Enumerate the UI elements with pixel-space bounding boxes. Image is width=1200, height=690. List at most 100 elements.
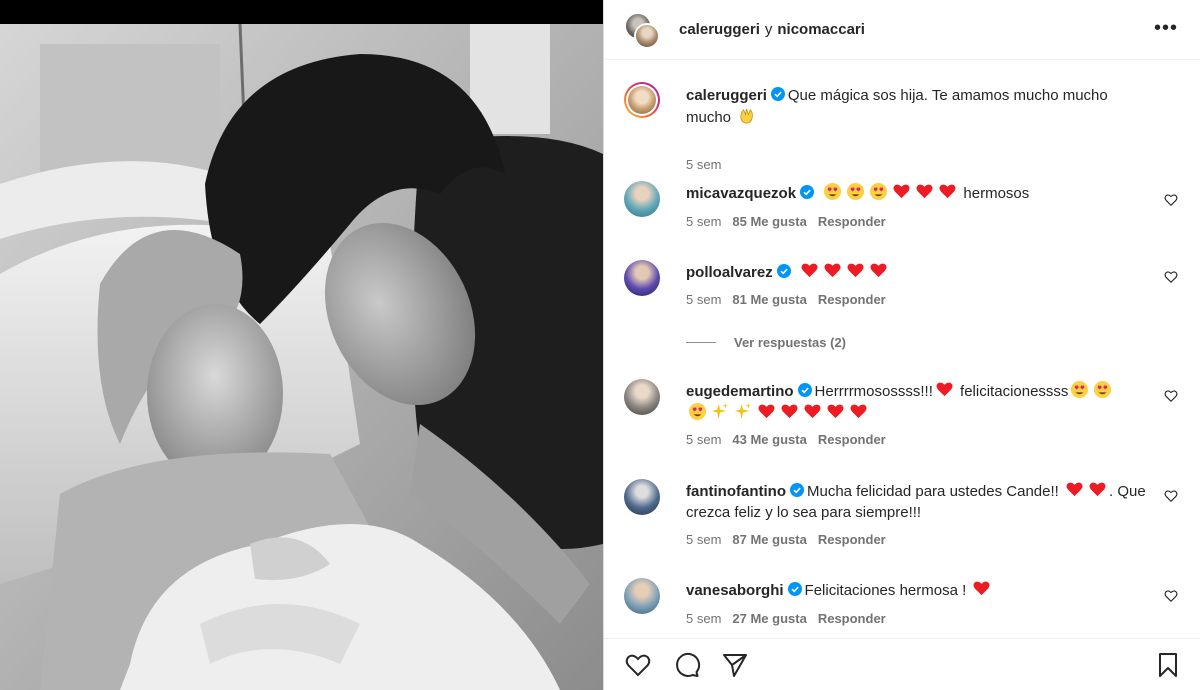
comment-likes[interactable]: 43 Me gusta bbox=[732, 432, 806, 447]
comment-icon[interactable] bbox=[673, 651, 701, 679]
avatar[interactable] bbox=[624, 578, 660, 614]
red-heart-emoji-icon bbox=[973, 581, 991, 596]
reply-button[interactable]: Responder bbox=[818, 611, 886, 626]
red-heart-emoji-icon bbox=[847, 263, 864, 278]
avatar[interactable] bbox=[624, 82, 660, 118]
like-comment-icon[interactable] bbox=[1164, 489, 1178, 503]
heart-eyes-emoji-icon bbox=[1094, 380, 1112, 399]
reply-button[interactable]: Responder bbox=[818, 214, 886, 229]
red-heart-emoji-icon bbox=[1089, 482, 1106, 497]
comment-text-2: felicitacionessss bbox=[960, 383, 1069, 400]
red-heart-emoji-icon bbox=[781, 404, 798, 419]
comment-body: fantinofantino Mucha felicidad para usted… bbox=[686, 480, 1148, 523]
view-replies-button[interactable]: Ver respuestas (2) bbox=[686, 335, 846, 350]
replies-divider bbox=[686, 342, 716, 343]
comment-body: vanesaborghi Felicitaciones hermosa ! bbox=[686, 579, 1148, 601]
post-photo[interactable] bbox=[0, 24, 603, 690]
collab-avatars[interactable] bbox=[624, 11, 660, 49]
post-header: caleruggeri y nicomaccari ••• bbox=[604, 0, 1200, 60]
comment-meta: 5 sem 43 Me gusta Responder bbox=[686, 432, 886, 447]
comment-text: Herrrrmosossss!!! bbox=[814, 383, 933, 400]
sparkles-emoji-icon bbox=[711, 402, 729, 420]
share-icon[interactable] bbox=[721, 651, 749, 679]
red-heart-emoji-icon bbox=[850, 404, 867, 419]
header-username-1[interactable]: caleruggeri bbox=[679, 21, 760, 38]
like-comment-icon[interactable] bbox=[1164, 270, 1178, 284]
avatar[interactable] bbox=[624, 260, 660, 296]
comment-username[interactable]: vanesaborghi bbox=[686, 582, 784, 599]
red-heart-emoji-icon bbox=[1066, 482, 1083, 497]
comment-meta: 5 sem 85 Me gusta Responder bbox=[686, 214, 886, 229]
verified-badge-icon bbox=[797, 383, 812, 397]
instagram-post: caleruggeri y nicomaccari ••• calerugger… bbox=[0, 0, 1200, 690]
view-replies-label: Ver respuestas (2) bbox=[734, 335, 847, 350]
comment-time[interactable]: 5 sem bbox=[686, 532, 721, 547]
comment: polloalvarez 5 sem 81 Me gusta Responder bbox=[624, 260, 1184, 320]
verified-badge-icon bbox=[800, 185, 815, 199]
comment-time[interactable]: 5 sem bbox=[686, 292, 721, 307]
header-usernames: caleruggeri y nicomaccari bbox=[679, 21, 865, 38]
comment-body: eugedemartino Herrrrmosossss!!! felicitac… bbox=[686, 380, 1148, 424]
header-conjunction: y bbox=[764, 21, 773, 38]
comment-username[interactable]: fantinofantino bbox=[686, 483, 786, 500]
like-comment-icon[interactable] bbox=[1164, 193, 1178, 207]
avatar[interactable] bbox=[624, 379, 660, 415]
comment-username[interactable]: polloalvarez bbox=[686, 264, 773, 281]
comment-text: Felicitaciones hermosa ! bbox=[804, 582, 967, 599]
verified-badge-icon bbox=[787, 582, 802, 596]
caption-username[interactable]: caleruggeri bbox=[686, 87, 767, 104]
reply-button[interactable]: Responder bbox=[818, 432, 886, 447]
comment-likes[interactable]: 27 Me gusta bbox=[732, 611, 806, 626]
red-heart-emoji-icon bbox=[824, 263, 841, 278]
bookmark-icon[interactable] bbox=[1154, 651, 1182, 679]
comment-text: Mucha felicidad para ustedes Cande!! bbox=[806, 483, 1059, 500]
avatar[interactable] bbox=[624, 181, 660, 217]
caption-meta: 5 sem bbox=[686, 157, 721, 172]
caption-time[interactable]: 5 sem bbox=[686, 157, 721, 172]
heart-outline-icon[interactable] bbox=[624, 651, 652, 679]
comment-body: polloalvarez bbox=[686, 261, 1148, 283]
reply-button[interactable]: Responder bbox=[818, 532, 886, 547]
comment: micavazquezok hermosos 5 sem 85 Me gusta… bbox=[624, 181, 1184, 241]
comment-likes[interactable]: 85 Me gusta bbox=[732, 214, 806, 229]
comment: fantinofantino Mucha felicidad para usted… bbox=[624, 479, 1184, 549]
comment-meta: 5 sem 81 Me gusta Responder bbox=[686, 292, 886, 307]
comment-username[interactable]: micavazquezok bbox=[686, 185, 796, 202]
like-comment-icon[interactable] bbox=[1164, 589, 1178, 603]
heart-eyes-emoji-icon bbox=[1071, 380, 1089, 399]
heart-eyes-emoji-icon bbox=[688, 402, 707, 421]
heart-eyes-emoji-icon bbox=[824, 182, 842, 201]
comment-meta: 5 sem 27 Me gusta Responder bbox=[686, 611, 886, 626]
red-heart-emoji-icon bbox=[804, 404, 821, 419]
caption: caleruggeri Que mágica sos hija. Te amamo… bbox=[624, 82, 1184, 172]
hands-emoji-icon bbox=[740, 108, 754, 124]
comment-text: hermosos bbox=[963, 185, 1030, 202]
red-heart-emoji-icon bbox=[916, 184, 933, 199]
like-comment-icon[interactable] bbox=[1164, 389, 1178, 403]
post-action-bar bbox=[604, 638, 1200, 690]
heart-eyes-emoji-icon bbox=[847, 182, 865, 201]
post-photo-pane bbox=[0, 0, 603, 690]
heart-eyes-emoji-icon bbox=[870, 182, 888, 201]
comment: eugedemartino Herrrrmosossss!!! felicitac… bbox=[624, 379, 1184, 449]
comment-time[interactable]: 5 sem bbox=[686, 432, 721, 447]
caption-body: caleruggeri Que mágica sos hija. Te amamo… bbox=[686, 85, 1148, 128]
verified-badge-icon bbox=[776, 264, 791, 278]
comment-username[interactable]: eugedemartino bbox=[686, 383, 794, 400]
reply-button[interactable]: Responder bbox=[818, 292, 886, 307]
post-side-panel: caleruggeri y nicomaccari ••• calerugger… bbox=[603, 0, 1200, 690]
red-heart-emoji-icon bbox=[801, 263, 818, 278]
red-heart-emoji-icon bbox=[758, 404, 775, 419]
comment-body: micavazquezok hermosos bbox=[686, 182, 1148, 204]
sparkles-emoji-icon bbox=[734, 402, 752, 420]
more-options-icon[interactable]: ••• bbox=[1154, 18, 1178, 38]
red-heart-emoji-icon bbox=[939, 184, 956, 199]
comment-likes[interactable]: 81 Me gusta bbox=[732, 292, 806, 307]
comment-likes[interactable]: 87 Me gusta bbox=[732, 532, 806, 547]
comment-time[interactable]: 5 sem bbox=[686, 611, 721, 626]
header-username-2[interactable]: nicomaccari bbox=[777, 21, 865, 38]
avatar[interactable] bbox=[624, 479, 660, 515]
red-heart-emoji-icon bbox=[893, 184, 910, 199]
comments-list[interactable]: caleruggeri Que mágica sos hija. Te amamo… bbox=[604, 61, 1200, 639]
comment-time[interactable]: 5 sem bbox=[686, 214, 721, 229]
